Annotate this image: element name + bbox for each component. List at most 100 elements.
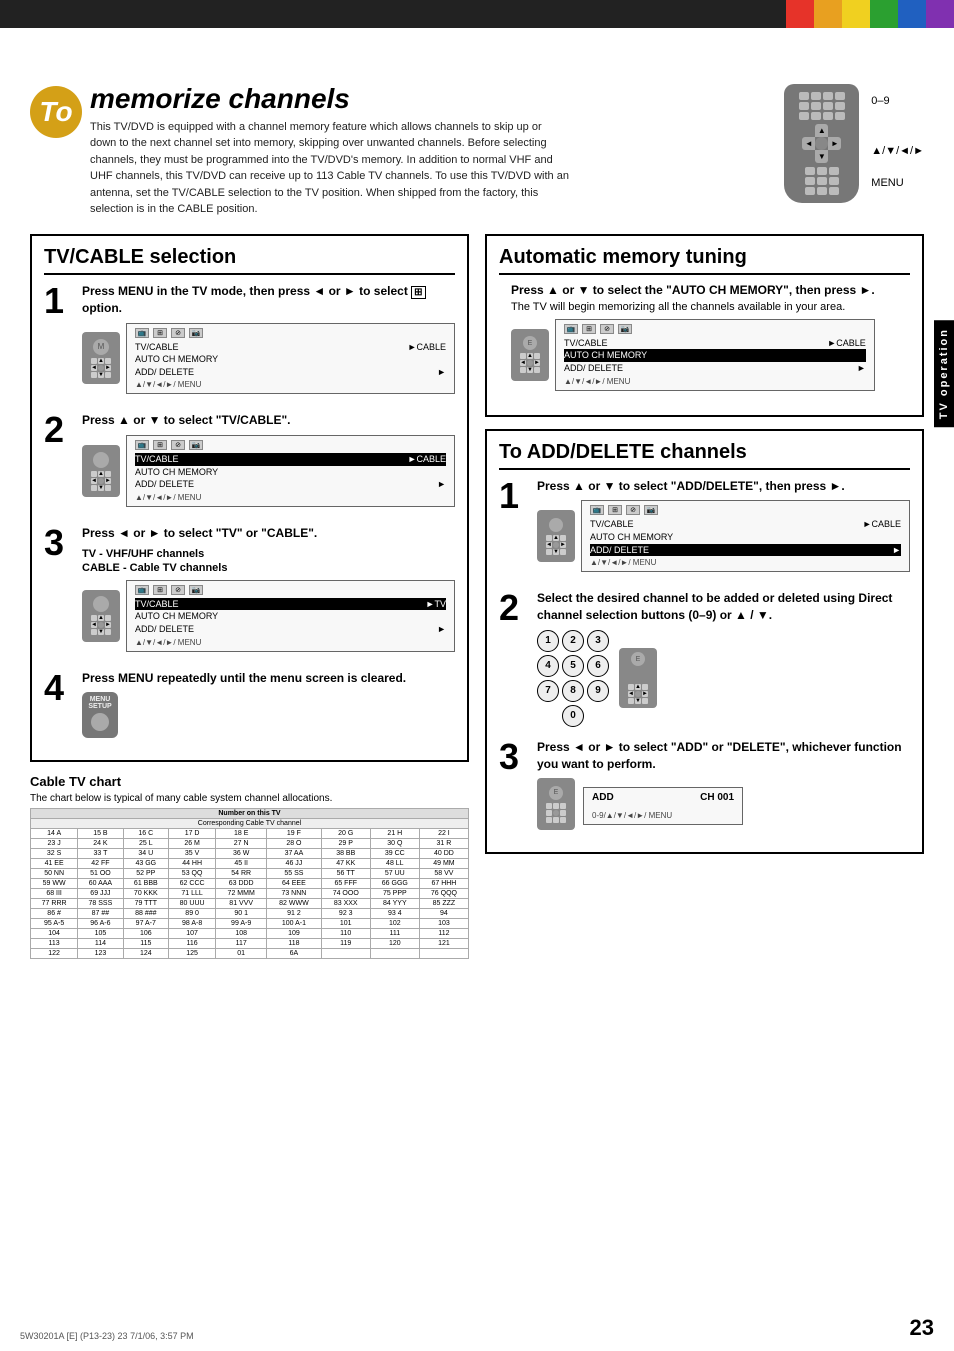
screen-nav-3: ▲/▼/◄/►/ MENU (135, 638, 446, 647)
step-4-instruction: Press MENU repeatedly until the menu scr… (82, 670, 455, 687)
icon-circle3: ⊘ (171, 585, 185, 595)
icon-grid3: ⊞ (153, 585, 167, 595)
step-4-content: Press MENU repeatedly until the menu scr… (82, 670, 455, 739)
top-bar (0, 0, 954, 28)
auto-memory-title: Automatic memory tuning (499, 246, 910, 275)
screen-auto-ch: AUTO CH MEMORY (564, 349, 866, 362)
add-step-2-remote: E ▲ ◄► ▼ (619, 648, 657, 708)
add-step-2-instruction: Select the desired channel to be added o… (537, 590, 910, 624)
page-number: 23 (910, 1315, 934, 1341)
step-4-remote: MENUSETUP (82, 692, 455, 738)
screen-nav-add1: ▲/▼/◄/►/ MENU (590, 558, 901, 567)
screen-auto-add1: AUTO CH MEMORY (590, 531, 901, 544)
screen-item-add-3: ADD/ DELETE► (135, 623, 446, 636)
table-row: 122123124125016A (31, 949, 469, 959)
icon-tvca3: 📺 (135, 585, 149, 595)
color-band (786, 0, 954, 28)
table-row: 32 S33 T34 U35 V36 W37 AA38 BB39 CC40 DD (31, 849, 469, 859)
icon-auto4: 📷 (618, 324, 632, 334)
icon-tv23: 📷 (189, 585, 203, 595)
step-3-number: 3 (44, 525, 72, 561)
table-subheader-row: Corresponding Cable TV channel (31, 819, 469, 829)
remote-small-1: M ▲ ◄► ▼ (82, 332, 120, 384)
table-row: 23 J24 K25 L26 M27 N28 O29 P30 Q31 R (31, 839, 469, 849)
remote-small-3: ▲ ◄► ▼ (82, 590, 120, 642)
table-row: 68 III69 JJJ70 KKK71 LLL72 MMM73 NNN74 O… (31, 889, 469, 899)
icon-add1c: ⊘ (626, 505, 640, 515)
add-step-2-number: 2 (499, 590, 527, 626)
icon-auto3: ⊘ (600, 324, 614, 334)
num-btn-9[interactable]: 9 (587, 680, 609, 702)
num-btn-6[interactable]: 6 (587, 655, 609, 677)
screen-item-add-1: ADD/ DELETE► (135, 366, 446, 379)
screen-item-auto-1: AUTO CH MEMORY (135, 353, 446, 366)
main-content: To memorize channels This TV/DVD is equi… (0, 64, 954, 979)
tv-cable-section: TV/CABLE selection 1 Press MENU in the T… (30, 234, 469, 763)
remote-small-2: ▲ ◄► ▼ (82, 445, 120, 497)
step-3-content: Press ◄ or ► to select "TV" or "CABLE". … (82, 525, 455, 658)
tv-cable-title: TV/CABLE selection (44, 246, 455, 275)
remote-diagram: ▲ ◄ ► ▼ (784, 84, 924, 203)
title-italic-to: To (39, 96, 72, 128)
screen-item-tvcable-3: TV/CABLE►TV (135, 598, 446, 611)
screen-item-add-2: ADD/ DELETE► (135, 478, 446, 491)
add-step-1-content: Press ▲ or ▼ to select "ADD/DELETE", the… (537, 478, 910, 579)
step-2-number: 2 (44, 412, 72, 448)
step-1-screen: M ▲ ◄► ▼ 📺 ⊞ (82, 323, 455, 395)
step-1-content: Press MENU in the TV mode, then press ◄ … (82, 283, 455, 401)
add-step-1: 1 Press ▲ or ▼ to select "ADD/DELETE", t… (499, 478, 910, 579)
icon-auto2: ⊞ (582, 324, 596, 334)
auto-screen-display: 📺 ⊞ ⊘ 📷 TV/CABLE►CABLE AUTO CH MEMORY AD… (555, 319, 875, 391)
step-2-instruction: Press ▲ or ▼ to select "TV/CABLE". (82, 412, 455, 429)
num-btn-8[interactable]: 8 (562, 680, 584, 702)
add-delete-screen: ADD CH 001 0-9/▲/▼/◄/►/ MENU (583, 787, 743, 825)
add-step-3-content: Press ◄ or ► to select "ADD" or "DELETE"… (537, 739, 910, 831)
step-1-instruction: Press MENU in the TV mode, then press ◄ … (82, 283, 455, 317)
screen-nav-1: ▲/▼/◄/►/ MENU (135, 380, 446, 389)
th-cable: Corresponding Cable TV channel (31, 819, 469, 829)
table-row: 14 A15 B16 C17 D18 E19 F20 G21 H22 I (31, 829, 469, 839)
side-label: TV operation (934, 320, 954, 427)
num-btn-7[interactable]: 7 (537, 680, 559, 702)
th-number: Number on this TV (31, 809, 469, 819)
step-1-number: 1 (44, 283, 72, 319)
table-row: 86 #87 ##88 ###89 090 191 292 393 494 (31, 909, 469, 919)
table-header-row: Number on this TV (31, 809, 469, 819)
screen-icons-1: 📺 ⊞ ⊘ 📷 (135, 328, 446, 338)
num-btn-3[interactable]: 3 (587, 630, 609, 652)
icon-add1b: ⊞ (608, 505, 622, 515)
screen-item-auto-3: AUTO CH MEMORY (135, 610, 446, 623)
add-label: ADD (592, 792, 614, 803)
page-main-title: memorize channels (90, 84, 764, 115)
add-remote-1: ▲ ◄► ▼ (537, 510, 575, 562)
chart-desc: The chart below is typical of many cable… (30, 793, 469, 804)
table-row: 59 WW60 AAA61 BBB62 CCC63 DDD64 EEE65 FF… (31, 879, 469, 889)
icon-circle2: ⊘ (171, 440, 185, 450)
num-btn-4[interactable]: 4 (537, 655, 559, 677)
screen-item-tvcable-1: TV/CABLE►CABLE (135, 341, 446, 354)
add-step-1-screen: ▲ ◄► ▼ 📺 ⊞ ⊘ 📷 (537, 500, 910, 572)
auto-memory-step: Press ▲ or ▼ to select the "AUTO CH MEMO… (499, 283, 910, 397)
screen-adddelete-add1: ADD/ DELETE► (590, 544, 901, 557)
menu-setup-remote: MENUSETUP (82, 692, 118, 738)
add-nav-label: 0-9/▲/▼/◄/►/ MENU (592, 811, 734, 820)
screen-item-tvcable-2: TV/CABLE►CABLE (135, 453, 446, 466)
screen-icons-2: 📺 ⊞ ⊘ 📷 (135, 440, 446, 450)
screen-item-auto-2: AUTO CH MEMORY (135, 466, 446, 479)
num-btn-2[interactable]: 2 (562, 630, 584, 652)
add-screen-1: 📺 ⊞ ⊘ 📷 TV/CABLE►CABLE AUTO CH MEMORY AD… (581, 500, 910, 572)
step-4: 4 Press MENU repeatedly until the menu s… (44, 670, 455, 739)
num-btn-0[interactable]: 0 (562, 705, 584, 727)
num-buttons-grid: 1 2 3 4 5 6 7 8 9 (537, 630, 609, 727)
icon-auto1: 📺 (564, 324, 578, 334)
num-btn-1[interactable]: 1 (537, 630, 559, 652)
num-btn-5[interactable]: 5 (562, 655, 584, 677)
screen-adddelete-auto: ADD/ DELETE► (564, 362, 866, 375)
screen-tvcable-add1: TV/CABLE►CABLE (590, 518, 901, 531)
table-row: 50 NN51 OO52 PP53 QQ54 RR55 SS56 TT57 UU… (31, 869, 469, 879)
screen-3: 📺 ⊞ ⊘ 📷 TV/CABLE►TV AUTO CH MEMORY ADD/ … (126, 580, 455, 652)
screen-nav-auto: ▲/▼/◄/►/ MENU (564, 377, 866, 386)
icon-grid: ⊞ (153, 328, 167, 338)
icon-circle: ⊘ (171, 328, 185, 338)
two-col-layout: TV/CABLE selection 1 Press MENU in the T… (30, 234, 924, 960)
